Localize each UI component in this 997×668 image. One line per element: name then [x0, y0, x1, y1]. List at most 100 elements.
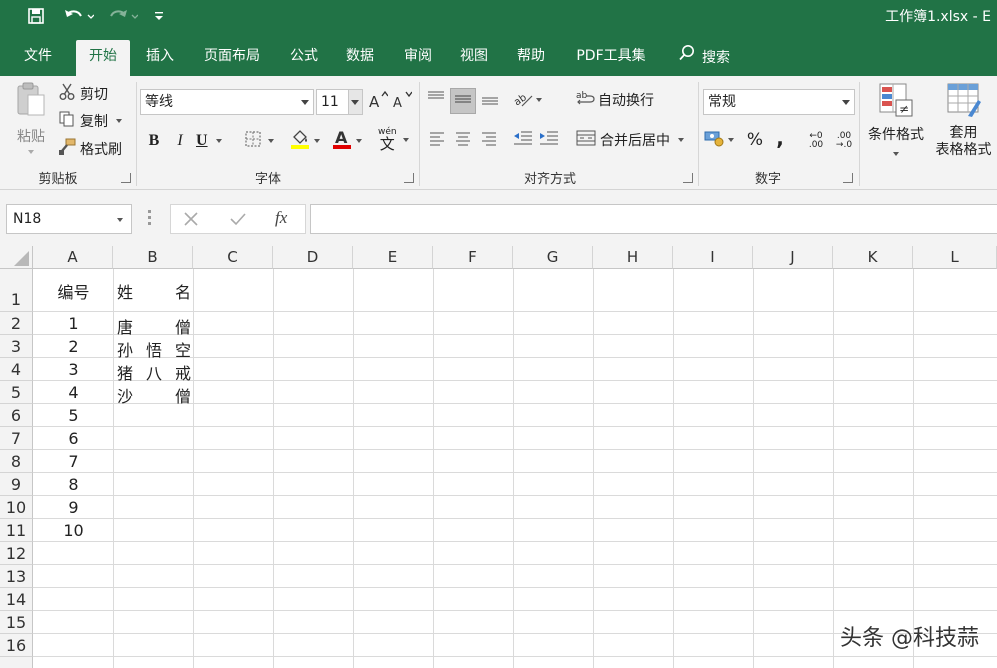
- column-header[interactable]: B: [113, 246, 193, 269]
- dialog-launcher-icon[interactable]: [121, 173, 131, 183]
- fill-color-button[interactable]: [290, 128, 328, 154]
- cell-b1[interactable]: 姓名: [117, 279, 191, 303]
- cell-a1[interactable]: 编号: [34, 279, 113, 303]
- cell-a9[interactable]: 8: [34, 475, 113, 494]
- column-header[interactable]: D: [273, 246, 353, 269]
- row-header[interactable]: 10: [0, 496, 33, 519]
- tab-data[interactable]: 数据: [336, 40, 384, 76]
- formula-bar-grip[interactable]: [148, 210, 152, 228]
- align-center-button[interactable]: [452, 128, 474, 152]
- increase-decimal-button[interactable]: ←0 .00: [804, 128, 828, 154]
- tab-search[interactable]: 搜索: [672, 40, 736, 76]
- cell-b4[interactable]: 猪八戒: [117, 360, 191, 384]
- orientation-button[interactable]: ab: [512, 88, 548, 112]
- tab-formulas[interactable]: 公式: [280, 40, 328, 76]
- accounting-format-button[interactable]: [704, 128, 740, 152]
- row-header[interactable]: 3: [0, 335, 33, 358]
- tab-page-layout[interactable]: 页面布局: [194, 40, 270, 76]
- font-size-combo[interactable]: 11: [316, 89, 363, 115]
- row-header[interactable]: [0, 657, 33, 668]
- increase-indent-button[interactable]: [538, 128, 560, 152]
- wrap-text-button[interactable]: ab 自动换行: [576, 88, 654, 112]
- cell-a10[interactable]: 9: [34, 498, 113, 517]
- select-all-button[interactable]: [0, 246, 33, 269]
- chevron-down-icon[interactable]: [842, 100, 850, 105]
- row-header[interactable]: 15: [0, 611, 33, 634]
- cell-a3[interactable]: 2: [34, 337, 113, 356]
- row-header[interactable]: 11: [0, 519, 33, 542]
- font-name-combo[interactable]: 等线: [140, 89, 314, 115]
- row-header[interactable]: 16: [0, 634, 33, 657]
- cell-b2[interactable]: 唐僧: [117, 314, 191, 338]
- font-color-button[interactable]: A: [332, 128, 370, 154]
- tab-file[interactable]: 文件: [12, 40, 64, 76]
- row-header[interactable]: 5: [0, 381, 33, 404]
- column-header[interactable]: K: [833, 246, 913, 269]
- row-header[interactable]: 13: [0, 565, 33, 588]
- tab-review[interactable]: 审阅: [394, 40, 442, 76]
- column-header[interactable]: J: [753, 246, 833, 269]
- insert-function-button[interactable]: fx: [275, 208, 287, 228]
- underline-button[interactable]: U: [196, 130, 232, 152]
- cancel-icon[interactable]: [183, 211, 199, 231]
- column-header[interactable]: G: [513, 246, 593, 269]
- tab-help[interactable]: 帮助: [507, 40, 555, 76]
- row-header[interactable]: 9: [0, 473, 33, 496]
- row-header[interactable]: 2: [0, 312, 33, 335]
- align-bottom-button[interactable]: [478, 88, 502, 112]
- phonetic-guide-button[interactable]: wén 文: [378, 125, 414, 155]
- dialog-launcher-icon[interactable]: [683, 173, 693, 183]
- cell-a5[interactable]: 4: [34, 383, 113, 402]
- column-header[interactable]: I: [673, 246, 753, 269]
- borders-button[interactable]: [244, 130, 278, 152]
- enter-check-icon[interactable]: [229, 211, 247, 231]
- increase-font-button[interactable]: A: [368, 90, 389, 113]
- column-header[interactable]: C: [193, 246, 273, 269]
- formula-input[interactable]: [310, 204, 997, 234]
- column-header[interactable]: F: [433, 246, 513, 269]
- align-right-button[interactable]: [478, 128, 500, 152]
- italic-button[interactable]: I: [170, 130, 190, 152]
- align-middle-button[interactable]: [450, 88, 476, 114]
- column-header[interactable]: A: [33, 246, 113, 269]
- cell-b3[interactable]: 孙悟空: [117, 337, 191, 361]
- cell-a8[interactable]: 7: [34, 452, 113, 471]
- worksheet-grid[interactable]: A B C D E F G H I J K L 1 2 3 4 5 6 7 8 …: [0, 246, 997, 668]
- dialog-launcher-icon[interactable]: [843, 173, 853, 183]
- merge-center-button[interactable]: 合并后居中: [576, 128, 684, 152]
- tab-view[interactable]: 视图: [450, 40, 498, 76]
- undo-icon[interactable]: [60, 4, 96, 28]
- row-header[interactable]: 4: [0, 358, 33, 381]
- row-header[interactable]: 12: [0, 542, 33, 565]
- save-icon[interactable]: [24, 4, 48, 28]
- chevron-down-icon[interactable]: [301, 100, 309, 105]
- percent-style-button[interactable]: %: [745, 128, 765, 152]
- row-header[interactable]: 7: [0, 427, 33, 450]
- number-format-combo[interactable]: 常规: [703, 89, 855, 115]
- conditional-formatting-button[interactable]: ≠ 条件格式: [862, 82, 930, 168]
- column-header[interactable]: L: [913, 246, 997, 269]
- align-left-button[interactable]: [426, 128, 448, 152]
- decrease-decimal-button[interactable]: .00 →.0: [832, 128, 856, 154]
- column-header[interactable]: H: [593, 246, 673, 269]
- cell-b5[interactable]: 沙僧: [117, 383, 191, 407]
- tab-pdf-tools[interactable]: PDF工具集: [566, 40, 656, 76]
- tab-home[interactable]: 开始: [76, 40, 130, 76]
- cell-a4[interactable]: 3: [34, 360, 113, 379]
- column-header[interactable]: E: [353, 246, 433, 269]
- cell-a11[interactable]: 10: [34, 521, 113, 540]
- cell-a2[interactable]: 1: [34, 314, 113, 333]
- row-header[interactable]: 6: [0, 404, 33, 427]
- tab-insert[interactable]: 插入: [136, 40, 184, 76]
- decrease-font-button[interactable]: A: [392, 91, 413, 113]
- paste-button[interactable]: 粘贴: [10, 82, 52, 160]
- customize-icon[interactable]: [150, 4, 168, 28]
- cell-a6[interactable]: 5: [34, 406, 113, 425]
- align-top-button[interactable]: [424, 88, 448, 112]
- bold-button[interactable]: B: [144, 130, 164, 152]
- decrease-indent-button[interactable]: [512, 128, 534, 152]
- name-box[interactable]: N18: [6, 204, 132, 234]
- format-as-table-button[interactable]: 套用 表格格式: [930, 82, 997, 168]
- chevron-down-icon[interactable]: [117, 218, 123, 222]
- row-header[interactable]: 8: [0, 450, 33, 473]
